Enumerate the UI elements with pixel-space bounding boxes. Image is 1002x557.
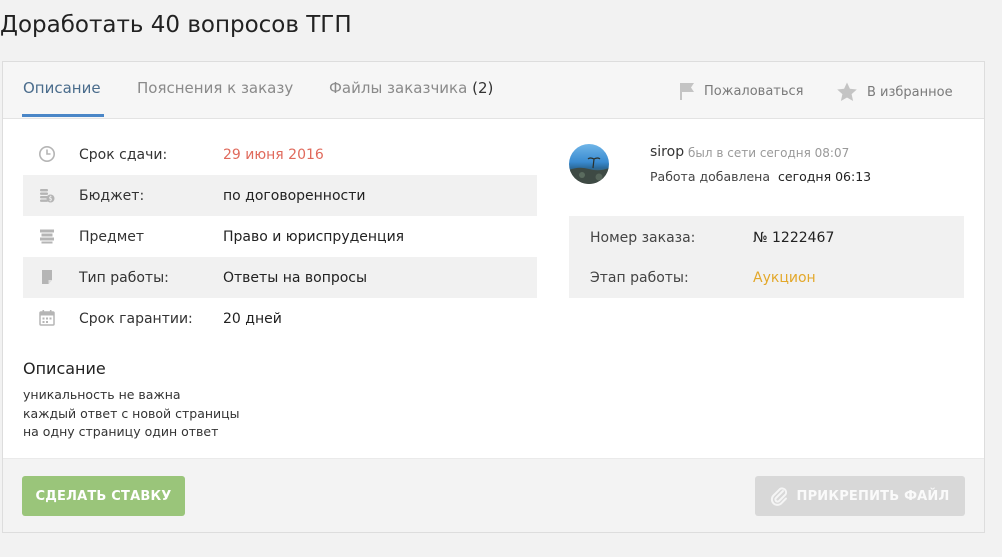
favorite-button[interactable]: В избранное xyxy=(836,82,953,102)
attach-file-button[interactable]: ПРИКРЕПИТЬ ФАЙЛ xyxy=(755,476,965,516)
subject-value: Право и юриспруденция xyxy=(223,228,405,245)
order-stage-label: Этап работы: xyxy=(590,270,689,286)
details-list: Срок сдачи: 29 июня 2016 $ Бюджет: по до… xyxy=(23,134,537,339)
active-tab-indicator xyxy=(22,114,104,117)
detail-label: Бюджет: xyxy=(79,187,145,204)
books-icon xyxy=(40,229,54,244)
description-line: уникальность не важна xyxy=(23,387,181,402)
favorite-label: В избранное xyxy=(867,84,953,100)
page-title: Доработать 40 вопросов ТГП xyxy=(0,12,352,38)
added-label: Работа добавлена xyxy=(650,169,771,184)
order-summary: Номер заказа: № 1222467 Этап работы: Аук… xyxy=(569,216,964,298)
order-number-label: Номер заказа: xyxy=(590,230,696,246)
deadline-value: 29 июня 2016 xyxy=(223,146,324,163)
order-number-value: № 1222467 xyxy=(753,230,835,246)
customer-last-seen: был в сети сегодня 08:07 xyxy=(688,146,850,160)
detail-work-type: Тип работы: Ответы на вопросы xyxy=(23,257,537,298)
clock-icon xyxy=(39,146,55,162)
flag-icon xyxy=(680,83,694,100)
tab-bar: Описание Пояснения к заказу Файлы заказч… xyxy=(3,62,984,119)
detail-label: Срок сдачи: xyxy=(79,146,168,163)
tab-customer-files-label: Файлы заказчика xyxy=(329,79,468,97)
tab-order-notes[interactable]: Пояснения к заказу xyxy=(137,79,293,97)
report-label: Пожаловаться xyxy=(704,84,804,99)
tab-description[interactable]: Описание xyxy=(23,79,101,97)
detail-warranty: Срок гарантии: 20 дней xyxy=(23,298,537,339)
star-icon xyxy=(837,82,857,101)
description-line: на одну страницу один ответ xyxy=(23,424,219,439)
paperclip-icon xyxy=(771,487,788,506)
tab-customer-files[interactable]: Файлы заказчика (2) xyxy=(329,79,493,97)
customer-name-link[interactable]: sirop xyxy=(650,144,684,160)
detail-budget: $ Бюджет: по договоренности xyxy=(23,175,537,216)
svg-text:$: $ xyxy=(49,196,53,203)
work-type-value: Ответы на вопросы xyxy=(223,269,368,286)
detail-deadline: Срок сдачи: 29 июня 2016 xyxy=(23,134,537,175)
order-stage-value: Аукцион xyxy=(753,270,816,286)
coins-icon: $ xyxy=(40,189,55,203)
detail-label: Предмет xyxy=(79,228,145,245)
calendar-icon xyxy=(39,310,55,326)
description-title: Описание xyxy=(23,359,106,378)
place-bid-button[interactable]: СДЕЛАТЬ СТАВКУ xyxy=(22,476,185,516)
card-footer: СДЕЛАТЬ СТАВКУ ПРИКРЕПИТЬ ФАЙЛ xyxy=(3,458,984,532)
document-icon xyxy=(42,270,52,284)
order-card: Описание Пояснения к заказу Файлы заказч… xyxy=(2,61,985,533)
budget-value: по договоренности xyxy=(223,187,366,204)
report-button[interactable]: Пожаловаться xyxy=(679,82,804,101)
detail-label: Срок гарантии: xyxy=(79,310,193,327)
tab-customer-files-count: (2) xyxy=(472,79,494,97)
detail-subject: Предмет Право и юриспруденция xyxy=(23,216,537,257)
added-value: сегодня 06:13 xyxy=(778,169,872,184)
description-text: уникальность не важна каждый ответ с нов… xyxy=(23,386,240,442)
description-line: каждый ответ с новой страницы xyxy=(23,405,240,421)
attach-file-label: ПРИКРЕПИТЬ ФАЙЛ xyxy=(796,488,950,504)
warranty-value: 20 дней xyxy=(223,310,282,327)
avatar-image xyxy=(569,157,609,184)
avatar[interactable] xyxy=(569,144,609,184)
detail-label: Тип работы: xyxy=(79,269,169,286)
